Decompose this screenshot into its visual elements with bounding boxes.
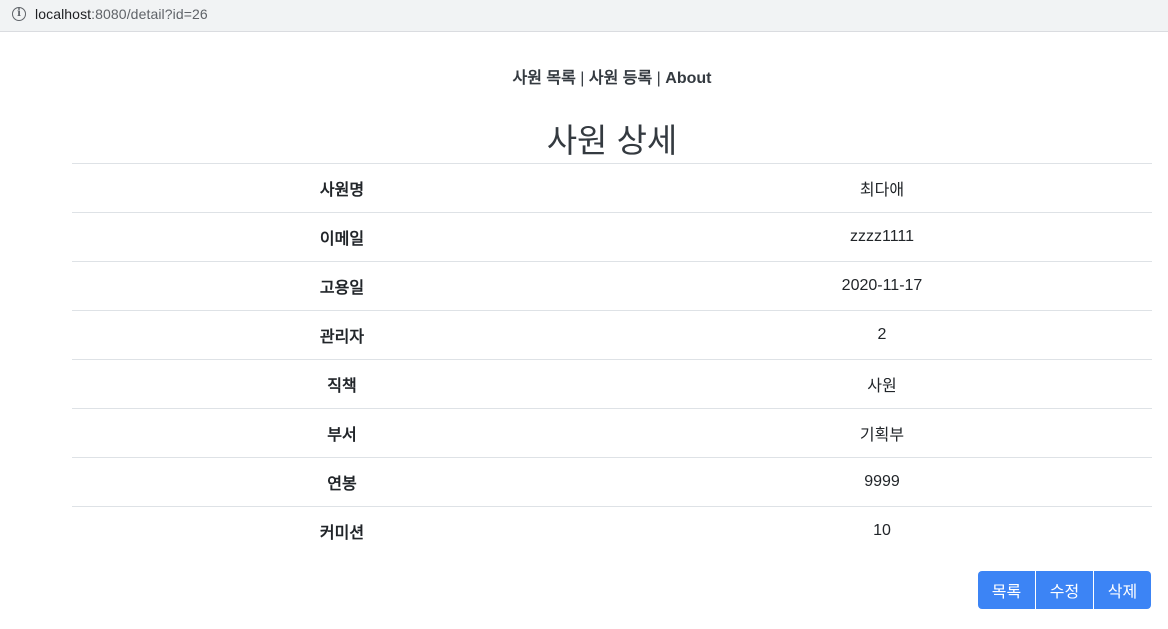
row-value: 2 xyxy=(612,310,1152,360)
action-button-group: 목록 수정 삭제 xyxy=(978,571,1151,609)
row-value: 사원 xyxy=(612,359,1152,409)
url-host: localhost xyxy=(35,6,92,22)
table-row: 관리자 2 xyxy=(72,310,1152,360)
list-button[interactable]: 목록 xyxy=(978,571,1035,609)
row-value: 기획부 xyxy=(612,408,1152,458)
table-row: 직책 사원 xyxy=(72,359,1152,409)
table-row: 커미션 10 xyxy=(72,506,1152,556)
nav-employee-register[interactable]: 사원 등록 xyxy=(589,70,652,87)
row-value: 2020-11-17 xyxy=(612,261,1152,311)
row-label: 이메일 xyxy=(72,212,612,262)
row-label: 고용일 xyxy=(72,261,612,311)
row-label: 부서 xyxy=(72,408,612,458)
url-path: :8080/detail?id=26 xyxy=(91,6,208,22)
edit-button[interactable]: 수정 xyxy=(1036,571,1093,609)
row-label: 사원명 xyxy=(72,163,612,213)
row-label: 연봉 xyxy=(72,457,612,507)
row-value: zzzz1111 xyxy=(612,212,1152,262)
row-value: 최다애 xyxy=(612,163,1152,213)
nav-about[interactable]: About xyxy=(665,70,711,87)
table-row: 부서 기획부 xyxy=(72,408,1152,458)
table-row: 고용일 2020-11-17 xyxy=(72,261,1152,311)
row-label: 직책 xyxy=(72,359,612,409)
nav-separator: | xyxy=(580,70,585,87)
table-row: 사원명 최다애 xyxy=(72,163,1152,213)
page-title: 사원 상세 xyxy=(546,122,678,159)
row-label: 관리자 xyxy=(72,310,612,360)
table-row: 연봉 9999 xyxy=(72,457,1152,507)
row-value: 9999 xyxy=(612,457,1152,507)
info-icon[interactable]: i xyxy=(12,7,26,21)
url-text[interactable]: localhost:8080/detail?id=26 xyxy=(35,6,208,22)
row-label: 커미션 xyxy=(72,506,612,556)
url-field[interactable]: i localhost:8080/detail?id=26 xyxy=(0,0,1160,28)
nav-employee-list[interactable]: 사원 목록 xyxy=(513,70,576,87)
employee-detail-table: 사원명 최다애 이메일 zzzz1111 고용일 2020-11-17 관리자 … xyxy=(72,163,1152,556)
delete-button[interactable]: 삭제 xyxy=(1094,571,1151,609)
table-row: 이메일 zzzz1111 xyxy=(72,212,1152,262)
top-nav: 사원 목록 | 사원 등록 | About xyxy=(0,64,1168,88)
row-value: 10 xyxy=(612,506,1152,556)
nav-separator: | xyxy=(656,70,661,87)
browser-address-bar: i localhost:8080/detail?id=26 xyxy=(0,0,1168,32)
